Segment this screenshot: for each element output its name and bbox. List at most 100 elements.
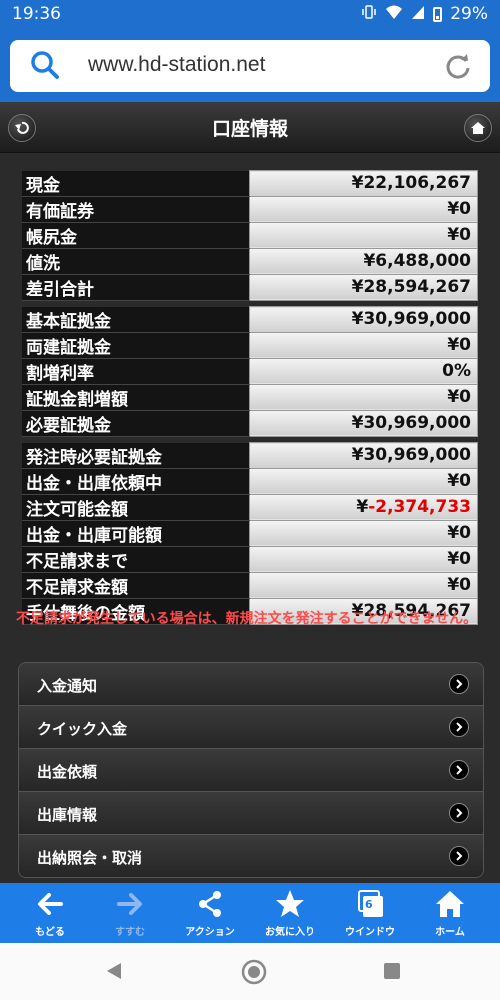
table-row: 帳尻金 ¥0 — [22, 221, 478, 249]
table-row: 値洗 ¥6,488,000 — [22, 247, 478, 275]
favorites-button[interactable]: お気に入り — [250, 883, 330, 943]
home-nav-label: ホーム — [435, 927, 465, 938]
share-icon — [199, 891, 221, 917]
menu-item-quick-deposit[interactable]: クイック入金 — [19, 706, 483, 749]
row-value-negative: ¥-2,374,733 — [249, 493, 478, 521]
forward-nav-button[interactable]: すすむ — [90, 883, 170, 943]
browser-bottom-toolbar: もどる すすむ アクション お気に入り 6 ウインドウ ホーム — [0, 883, 500, 943]
nav-home-icon[interactable] — [241, 959, 267, 985]
row-value: ¥30,969,000 — [249, 442, 478, 469]
nav-recents-icon[interactable] — [383, 962, 401, 980]
status-time: 19:36 — [12, 4, 61, 24]
row-label: 出金・出庫可能額 — [22, 520, 250, 547]
search-icon[interactable] — [30, 50, 60, 80]
table-row: 出金・出庫可能額 ¥0 — [22, 519, 478, 547]
signal-icon — [411, 4, 425, 24]
row-value: ¥0 — [249, 519, 478, 547]
arrow-left-icon — [38, 893, 63, 915]
menu-list: 入金通知 クイック入金 出金依頼 出庫情報 出納照会・取消 — [18, 662, 484, 878]
row-label: 現金 — [22, 170, 250, 197]
row-value: ¥30,969,000 — [249, 306, 478, 333]
row-label: 注文可能金額 — [22, 494, 250, 521]
forward-nav-label: すすむ — [115, 927, 145, 938]
negative-amount: -2,374,733 — [368, 497, 471, 517]
star-icon — [276, 890, 304, 917]
menu-item-label: 出金依頼 — [37, 763, 98, 781]
back-nav-label: もどる — [35, 927, 65, 938]
row-label: 不足請求金額 — [22, 572, 250, 599]
chevron-right-icon — [449, 760, 469, 780]
page-header: 口座情報 — [0, 102, 500, 153]
table-row: 不足請求金額 ¥0 — [22, 571, 478, 599]
window-count: 6 — [365, 898, 373, 911]
nav-back-icon[interactable] — [105, 962, 123, 980]
favorites-label: お気に入り — [265, 927, 315, 938]
row-value: ¥0 — [249, 221, 478, 249]
table-row: 証拠金割増額 ¥0 — [22, 383, 478, 411]
status-icons: 29% — [361, 4, 488, 24]
vibrate-icon — [361, 4, 377, 24]
android-nav-bar — [0, 943, 500, 1000]
table-row: 不足請求まで ¥0 — [22, 545, 478, 573]
row-value: ¥22,106,267 — [249, 170, 478, 197]
action-button[interactable]: アクション — [170, 883, 250, 943]
window-button[interactable]: 6 ウインドウ — [330, 883, 410, 943]
menu-item-withdrawal-request[interactable]: 出金依頼 — [19, 749, 483, 792]
table-row: 出金・出庫依頼中 ¥0 — [22, 467, 478, 495]
table-row: 差引合計 ¥28,594,267 — [22, 273, 478, 301]
reload-icon[interactable] — [444, 52, 472, 80]
table-row: 割増利率 0% — [22, 357, 478, 385]
row-value: ¥0 — [249, 383, 478, 411]
row-value: ¥30,969,000 — [249, 409, 478, 437]
row-value: ¥0 — [249, 545, 478, 573]
row-label: 不足請求まで — [22, 546, 250, 573]
chevron-right-icon — [449, 717, 469, 737]
row-value: ¥0 — [249, 195, 478, 223]
row-value: ¥28,594,267 — [249, 273, 478, 301]
home-nav-button[interactable]: ホーム — [410, 883, 490, 943]
row-label: 有価証券 — [22, 196, 250, 223]
chevron-right-icon — [449, 674, 469, 694]
battery-icon — [433, 6, 443, 22]
url-text[interactable]: www.hd-station.net — [88, 53, 265, 77]
menu-item-label: クイック入金 — [37, 720, 128, 738]
row-label: 発注時必要証拠金 — [22, 442, 250, 469]
row-label: 出金・出庫依頼中 — [22, 468, 250, 495]
url-bar[interactable]: www.hd-station.net — [10, 40, 490, 92]
table-row: 現金 ¥22,106,267 — [22, 170, 478, 197]
window-label: ウインドウ — [345, 927, 395, 938]
margin-table: 基本証拠金 ¥30,969,000 両建証拠金 ¥0 割増利率 0% 証拠金割増額 ¥0… — [22, 306, 478, 437]
action-label: アクション — [185, 927, 235, 938]
menu-item-transaction-inquiry[interactable]: 出納照会・取消 — [19, 835, 483, 877]
browser-toolbar: www.hd-station.net — [0, 30, 500, 102]
wifi-icon — [385, 4, 403, 24]
row-value: ¥0 — [249, 467, 478, 495]
chevron-right-icon — [449, 846, 469, 866]
balance-table: 現金 ¥22,106,267 有価証券 ¥0 帳尻金 ¥0 値洗 ¥6,488,000 … — [22, 170, 478, 301]
currency-symbol: ¥ — [356, 497, 369, 517]
chevron-right-icon — [449, 803, 469, 823]
back-nav-button[interactable]: もどる — [10, 883, 90, 943]
table-row: 注文可能金額 ¥-2,374,733 — [22, 493, 478, 521]
row-value: ¥6,488,000 — [249, 247, 478, 275]
home-icon — [471, 122, 485, 134]
order-capacity-table: 発注時必要証拠金 ¥30,969,000 出金・出庫依頼中 ¥0 注文可能金額 ¥-2… — [22, 442, 478, 625]
table-row: 発注時必要証拠金 ¥30,969,000 — [22, 442, 478, 469]
table-row: 必要証拠金 ¥30,969,000 — [22, 409, 478, 437]
menu-item-deposit-notice[interactable]: 入金通知 — [19, 663, 483, 706]
page-title: 口座情報 — [211, 118, 288, 140]
menu-item-label: 出納照会・取消 — [37, 849, 143, 867]
menu-item-delivery-info[interactable]: 出庫情報 — [19, 792, 483, 835]
row-label: 証拠金割増額 — [22, 384, 250, 411]
row-label: 帳尻金 — [22, 222, 250, 249]
warning-message: 不足請求が発生している場合は、新規注文を発注することができません。 — [16, 611, 478, 627]
row-label: 両建証拠金 — [22, 332, 250, 359]
row-label: 基本証拠金 — [22, 306, 250, 333]
table-row: 有価証券 ¥0 — [22, 195, 478, 223]
table-row: 両建証拠金 ¥0 — [22, 331, 478, 359]
row-label: 差引合計 — [22, 274, 250, 301]
home-button[interactable] — [464, 114, 492, 142]
row-label: 値洗 — [22, 248, 250, 275]
menu-item-label: 出庫情報 — [37, 806, 98, 824]
table-row: 基本証拠金 ¥30,969,000 — [22, 306, 478, 333]
